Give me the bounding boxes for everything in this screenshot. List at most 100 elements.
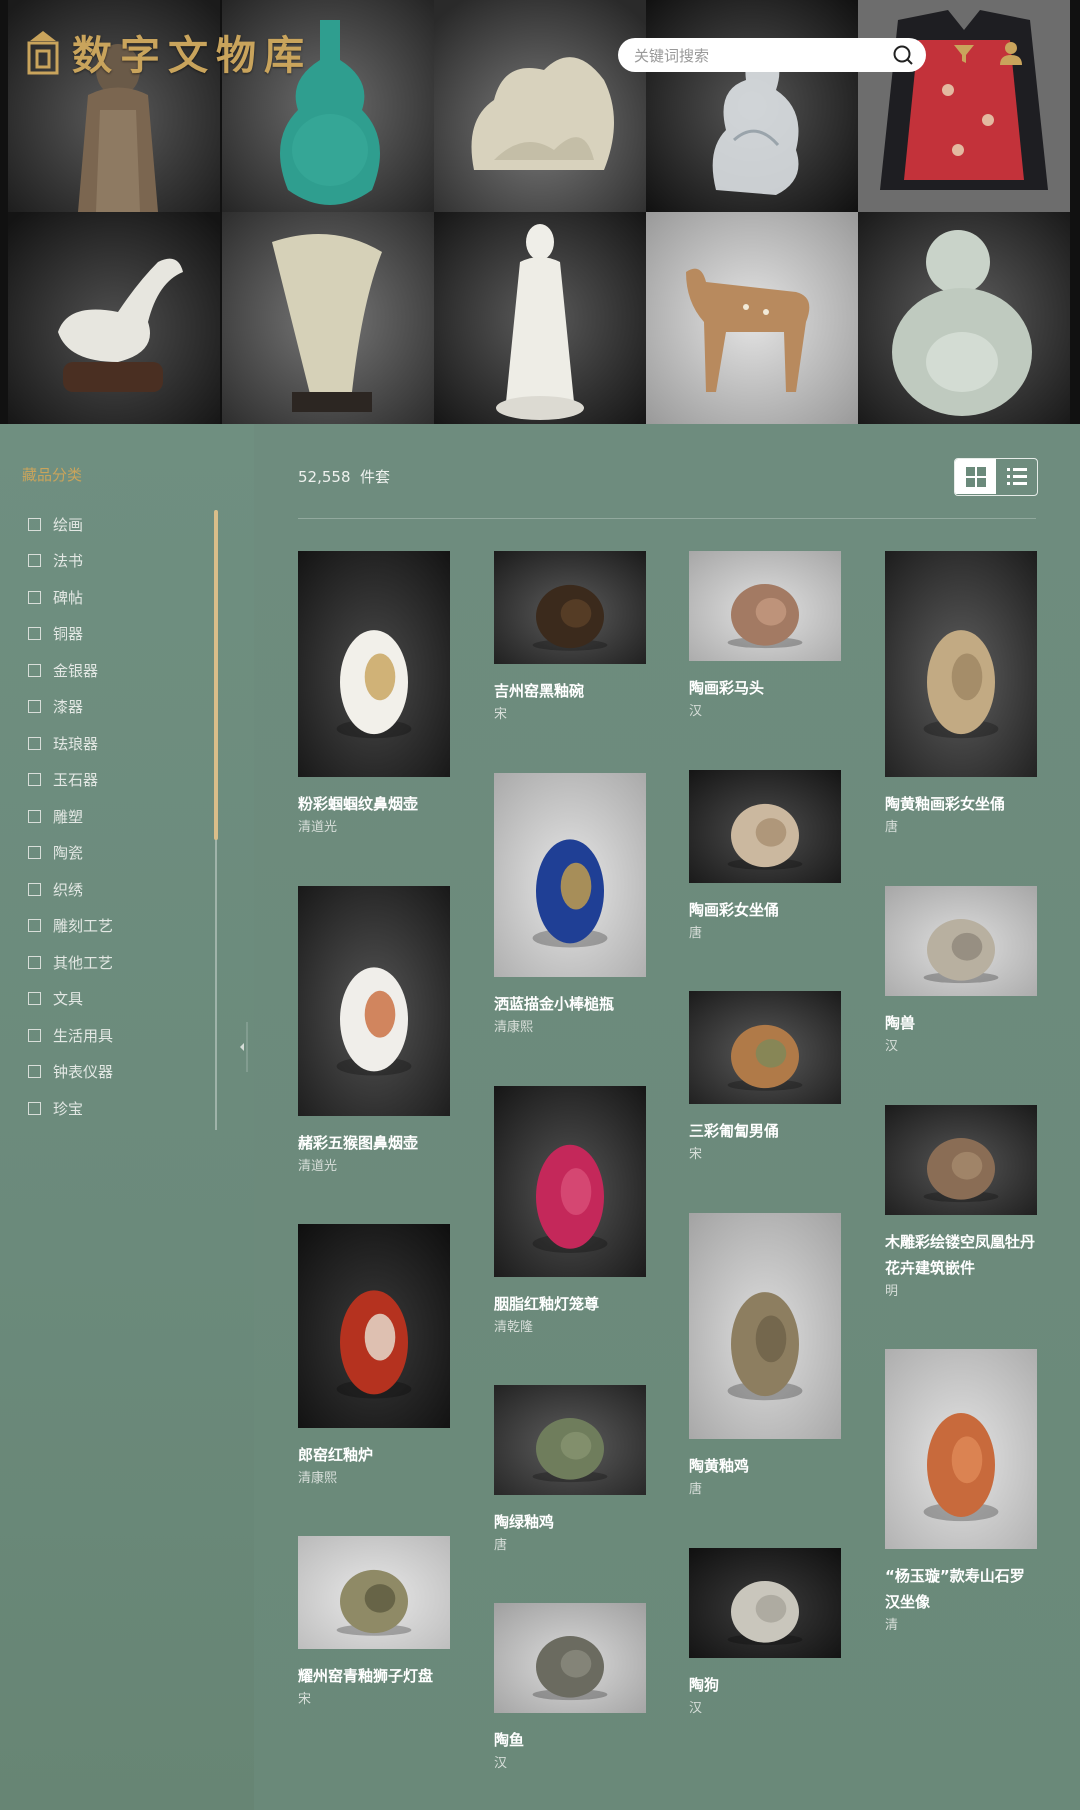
category-item[interactable]: 钟表仪器 <box>28 1054 113 1091</box>
artifact-name[interactable]: 陶兽 <box>885 1010 1037 1036</box>
category-checkbox[interactable] <box>28 919 41 933</box>
artifact-name[interactable]: 木雕彩绘镂空凤凰牡丹花卉建筑嵌件 <box>885 1229 1037 1281</box>
artifact-image[interactable] <box>298 1536 450 1649</box>
category-item[interactable]: 珐琅器 <box>28 725 113 762</box>
category-checkbox[interactable] <box>28 627 41 641</box>
search-box[interactable] <box>618 38 926 72</box>
category-checkbox[interactable] <box>28 517 41 531</box>
artifact-card[interactable]: 赭彩五猴图鼻烟壶 清道光 <box>298 886 450 1176</box>
category-item[interactable]: 玉石器 <box>28 762 113 799</box>
category-item[interactable]: 法书 <box>28 543 113 580</box>
category-item[interactable]: 陶瓷 <box>28 835 113 872</box>
artifact-card[interactable]: 洒蓝描金小棒槌瓶 清康熙 <box>494 773 646 1037</box>
category-item[interactable]: 金银器 <box>28 652 113 689</box>
artifact-card[interactable]: 陶画彩女坐俑唐 <box>689 770 841 943</box>
artifact-image[interactable] <box>494 1086 646 1277</box>
category-checkbox[interactable] <box>28 736 41 750</box>
category-item[interactable]: 绘画 <box>28 506 113 543</box>
category-checkbox[interactable] <box>28 955 41 969</box>
artifact-card[interactable]: 吉州窑黑釉碗宋 <box>494 551 646 724</box>
artifact-name[interactable]: 郎窑红釉炉 <box>298 1442 450 1468</box>
artifact-card[interactable]: 胭脂红釉灯笼尊 清乾隆 <box>494 1086 646 1337</box>
artifact-name[interactable]: 三彩匍匐男俑 <box>689 1118 841 1144</box>
category-checkbox[interactable] <box>28 554 41 568</box>
artifact-card[interactable]: 粉彩蝈蝈纹鼻烟壶 清道光 <box>298 551 450 837</box>
category-checkbox[interactable] <box>28 846 41 860</box>
filter-icon[interactable] <box>952 42 976 66</box>
artifact-card[interactable]: “杨玉璇”款寿山石罗汉坐像清 <box>885 1349 1037 1635</box>
artifact-card[interactable]: 陶黄釉画彩女坐俑唐 <box>885 551 1037 837</box>
category-checkbox[interactable] <box>28 700 41 714</box>
category-item[interactable]: 其他工艺 <box>28 944 113 981</box>
artifact-image[interactable] <box>885 886 1037 996</box>
artifact-image[interactable] <box>298 551 450 777</box>
artifact-image[interactable] <box>494 551 646 664</box>
category-item[interactable]: 文具 <box>28 981 113 1018</box>
artifact-name[interactable]: 耀州窑青釉狮子灯盘 <box>298 1663 450 1689</box>
category-checkbox[interactable] <box>28 882 41 896</box>
artifact-card[interactable]: 木雕彩绘镂空凤凰牡丹花卉建筑嵌件明 <box>885 1105 1037 1301</box>
search-icon[interactable] <box>892 44 914 66</box>
artifact-image[interactable] <box>494 1385 646 1495</box>
category-item[interactable]: 珍宝 <box>28 1090 113 1127</box>
artifact-name[interactable]: 粉彩蝈蝈纹鼻烟壶 <box>298 791 450 817</box>
artifact-card[interactable]: 陶兽汉 <box>885 886 1037 1056</box>
artifact-name[interactable]: 陶画彩马头 <box>689 675 841 701</box>
artifact-name[interactable]: 胭脂红釉灯笼尊 <box>494 1291 646 1317</box>
category-label: 钟表仪器 <box>53 1063 114 1082</box>
artifact-card[interactable]: 陶鱼汉 <box>494 1603 646 1773</box>
artifact-card[interactable]: 耀州窑青釉狮子灯盘宋 <box>298 1536 450 1709</box>
category-item[interactable]: 铜器 <box>28 616 113 653</box>
artifact-name[interactable]: 陶绿釉鸡 <box>494 1509 646 1535</box>
category-item[interactable]: 雕塑 <box>28 798 113 835</box>
category-item[interactable]: 织绣 <box>28 871 113 908</box>
artifact-card[interactable]: 陶黄釉鸡唐 <box>689 1213 841 1499</box>
artifact-image[interactable] <box>689 551 841 661</box>
artifact-image[interactable] <box>885 551 1037 777</box>
category-item[interactable]: 雕刻工艺 <box>28 908 113 945</box>
artifact-image[interactable] <box>885 1105 1037 1215</box>
category-checkbox[interactable] <box>28 1028 41 1042</box>
artifact-name[interactable]: 陶鱼 <box>494 1727 646 1753</box>
artifact-image[interactable] <box>689 991 841 1104</box>
list-view-button[interactable] <box>996 459 1037 494</box>
artifact-image[interactable] <box>494 773 646 977</box>
category-checkbox[interactable] <box>28 1101 41 1115</box>
grid-view-button[interactable] <box>955 459 996 494</box>
artifact-name[interactable]: 陶黄釉画彩女坐俑 <box>885 791 1037 817</box>
artifact-card[interactable]: 陶绿釉鸡唐 <box>494 1385 646 1555</box>
category-item[interactable]: 碑帖 <box>28 579 113 616</box>
category-checkbox[interactable] <box>28 590 41 604</box>
artifact-image[interactable] <box>689 770 841 883</box>
artifact-image[interactable] <box>298 886 450 1116</box>
artifact-card[interactable]: 三彩匍匐男俑宋 <box>689 991 841 1164</box>
artifact-name[interactable]: 陶狗 <box>689 1672 841 1698</box>
artifact-image[interactable] <box>689 1213 841 1439</box>
artifact-name[interactable]: 吉州窑黑釉碗 <box>494 678 646 704</box>
banner-artifact-deer <box>646 212 858 424</box>
artifact-card[interactable]: 郎窑红釉炉 清康熙 <box>298 1224 450 1488</box>
artifact-image[interactable] <box>298 1224 450 1428</box>
category-checkbox[interactable] <box>28 1065 41 1079</box>
artifact-name[interactable]: 赭彩五猴图鼻烟壶 <box>298 1130 450 1156</box>
user-icon[interactable] <box>998 40 1024 66</box>
artifact-card[interactable]: 陶狗汉 <box>689 1548 841 1718</box>
artifact-card[interactable]: 陶画彩马头汉 <box>689 551 841 721</box>
category-checkbox[interactable] <box>28 663 41 677</box>
artifact-name[interactable]: “杨玉璇”款寿山石罗汉坐像 <box>885 1563 1037 1615</box>
search-input[interactable] <box>632 43 876 69</box>
category-checkbox[interactable] <box>28 773 41 787</box>
artifact-image[interactable] <box>494 1603 646 1713</box>
category-checkbox[interactable] <box>28 809 41 823</box>
category-checkbox[interactable] <box>28 992 41 1006</box>
artifact-name[interactable]: 陶画彩女坐俑 <box>689 897 841 923</box>
artifact-name[interactable]: 洒蓝描金小棒槌瓶 <box>494 991 646 1017</box>
scrollbar-thumb[interactable] <box>214 510 218 840</box>
artifact-image[interactable] <box>885 1349 1037 1549</box>
category-item[interactable]: 生活用具 <box>28 1017 113 1054</box>
category-item[interactable]: 漆器 <box>28 689 113 726</box>
artifact-name[interactable]: 陶黄釉鸡 <box>689 1453 841 1479</box>
site-logo[interactable]: 数字文物库 <box>26 24 312 80</box>
collapse-sidebar-icon[interactable] <box>238 1022 248 1072</box>
artifact-image[interactable] <box>689 1548 841 1658</box>
